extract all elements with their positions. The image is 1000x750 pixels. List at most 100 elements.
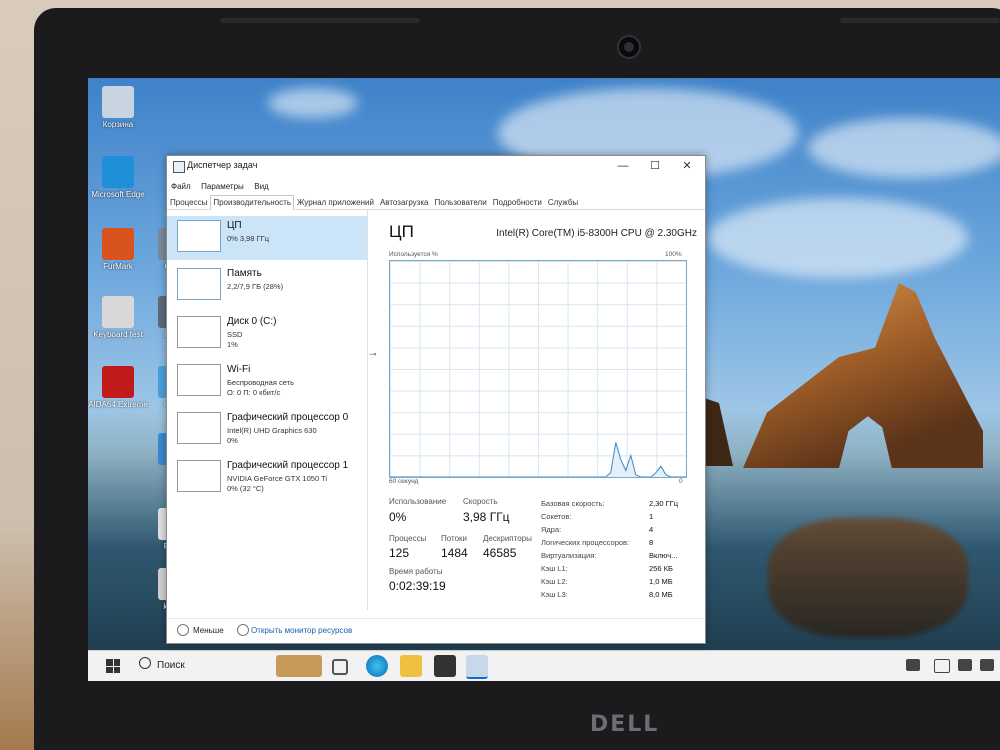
- tab-performance[interactable]: Производительность: [210, 195, 294, 210]
- resource-name: Память: [227, 268, 262, 279]
- edge-taskbar-icon[interactable]: [366, 655, 388, 677]
- taskbar-search[interactable]: Поиск: [133, 655, 263, 677]
- task-manager-taskbar-icon[interactable]: [466, 655, 488, 679]
- threads-label: Потоки: [441, 534, 468, 543]
- volume-icon[interactable]: [980, 659, 994, 671]
- detail-value: 1: [649, 512, 654, 521]
- resource-line2: Intel(R) UHD Graphics 630: [227, 426, 317, 435]
- detail-key: Кэш L1:: [541, 564, 568, 573]
- resource-item[interactable]: Графический процессор 0 Intel(R) UHD Grap…: [167, 408, 367, 452]
- resource-line2: 0% 3,98 ГГц: [227, 234, 270, 243]
- cpu-usage-graph: [389, 260, 687, 478]
- tab-processes[interactable]: Процессы: [167, 195, 210, 210]
- usage-value: 0%: [389, 510, 407, 524]
- detail-key: Логических процессоров:: [541, 538, 630, 547]
- cloud: [708, 198, 968, 278]
- uptime-label: Время работы: [389, 567, 443, 576]
- resource-name: Графический процессор 1: [227, 460, 349, 471]
- resource-item[interactable]: Wi-Fi Беспроводная сеть О: 0 П: 0 кбит/с: [167, 360, 367, 404]
- detail-value: 4: [649, 525, 654, 534]
- dell-logo: DELL: [590, 712, 660, 737]
- tab-users[interactable]: Пользователи: [431, 195, 489, 210]
- menu-file[interactable]: Файл: [167, 180, 193, 191]
- app-icon: [102, 296, 134, 328]
- cpu-usage-area: [390, 442, 686, 477]
- desktop-icon[interactable]: Microsoft Edge: [88, 156, 148, 199]
- detail-key: Кэш L3:: [541, 590, 568, 599]
- menu-view[interactable]: Вид: [250, 180, 270, 191]
- detail-value: 256 КБ: [649, 564, 673, 573]
- desktop-icon-label: FurMark: [103, 262, 133, 271]
- desktop-icon-label: Корзина: [102, 120, 134, 129]
- desktop-icon[interactable]: AIDA64 Extreme: [88, 366, 148, 409]
- explorer-taskbar-icon[interactable]: [400, 655, 422, 677]
- app-icon: [102, 366, 134, 398]
- rock-reflection: [768, 518, 968, 638]
- resource-item[interactable]: ЦП 0% 3,98 ГГц: [167, 216, 367, 260]
- graph-bottom-left-label: 60 секунд: [389, 478, 419, 485]
- open-resource-monitor-link[interactable]: Открыть монитор ресурсов: [251, 626, 352, 635]
- desktop-icon[interactable]: Keyboard test: [88, 296, 148, 339]
- detail-value: 8: [649, 538, 654, 547]
- resource-line3: О: 0 П: 0 кбит/с: [227, 388, 281, 397]
- close-button[interactable]: ✕: [671, 156, 703, 176]
- resource-monitor-icon: [237, 624, 249, 636]
- chevron-up-icon[interactable]: [177, 624, 189, 636]
- search-label: Поиск: [157, 660, 185, 671]
- tab-services[interactable]: Службы: [545, 195, 581, 210]
- network-icon[interactable]: [958, 659, 972, 671]
- splitter-handle[interactable]: ⊸: [369, 349, 377, 360]
- uptime-value: 0:02:39:19: [389, 579, 446, 593]
- resource-line2: Беспроводная сеть: [227, 378, 295, 387]
- threads-value: 1484: [441, 546, 468, 560]
- handles-value: 46585: [483, 546, 517, 560]
- detail-key: Виртуализация:: [541, 551, 597, 560]
- mail-taskbar-icon[interactable]: [434, 655, 456, 677]
- cloud: [808, 118, 1000, 178]
- resource-line2: NVIDIA GeForce GTX 1050 Ti: [227, 474, 328, 483]
- cpu-usage-line: [390, 442, 686, 477]
- menu-options[interactable]: Параметры: [197, 180, 246, 191]
- task-view-icon[interactable]: [332, 659, 348, 675]
- detail-value: Включ...: [649, 551, 678, 560]
- fewer-details-link[interactable]: Меньше: [193, 626, 224, 635]
- bezel-detail: [840, 18, 1000, 23]
- resource-item[interactable]: Память 2,2/7,9 ГБ (28%): [167, 264, 367, 308]
- keyboard-icon[interactable]: [906, 659, 920, 671]
- resource-item[interactable]: Диск 0 (C:) SSD 1%: [167, 312, 367, 356]
- resource-list: ЦП 0% 3,98 ГГц Память 2,2/7,9 ГБ (28%) Диск …: [167, 210, 368, 610]
- minimize-button[interactable]: —: [607, 156, 639, 176]
- detail-value: 2,30 ГГц: [649, 499, 679, 508]
- title-bar[interactable]: Диспетчер задач — ☐ ✕: [167, 156, 705, 176]
- rock-arch: [743, 283, 983, 468]
- resource-line3: 0% (32 °C): [227, 484, 264, 493]
- resource-line3: 1%: [227, 340, 238, 349]
- desktop-icon[interactable]: FurMark: [88, 228, 148, 271]
- chevron-up-icon[interactable]: [934, 659, 950, 673]
- task-view-thumbnail[interactable]: [276, 655, 322, 677]
- tab-app-history[interactable]: Журнал приложений: [294, 195, 377, 210]
- taskbar: Поиск: [88, 650, 1000, 681]
- cloud: [268, 88, 358, 118]
- task-manager-window: Диспетчер задач — ☐ ✕ Файл Параметры Вид…: [166, 155, 706, 644]
- maximize-button[interactable]: ☐: [639, 156, 671, 176]
- resource-thumbnail: [177, 220, 221, 252]
- resource-name: ЦП: [227, 220, 242, 231]
- menu-bar: Файл Параметры Вид: [167, 176, 705, 191]
- speed-value: 3,98 ГГц: [463, 510, 510, 524]
- detail-key: Сокетов:: [541, 512, 572, 521]
- cpu-heading: ЦП: [389, 222, 414, 241]
- processes-value: 125: [389, 546, 410, 560]
- resource-name: Диск 0 (C:): [227, 316, 277, 327]
- cpu-usage-series: [390, 442, 686, 477]
- start-button[interactable]: [106, 659, 120, 673]
- detail-key: Базовая скорость:: [541, 499, 605, 508]
- resource-line2: SSD: [227, 330, 243, 339]
- cpu-panel: ЦП Intel(R) Core(TM) i5-8300H CPU @ 2.30…: [385, 210, 703, 610]
- resource-item[interactable]: Графический процессор 1 NVIDIA GeForce GT…: [167, 456, 367, 500]
- desktop-icon[interactable]: Корзина: [88, 86, 148, 129]
- tab-startup[interactable]: Автозагрузка: [377, 195, 432, 210]
- handles-label: Дескрипторы: [483, 534, 532, 543]
- tab-details[interactable]: Подробности: [490, 195, 545, 210]
- detail-key: Ядра:: [541, 525, 562, 534]
